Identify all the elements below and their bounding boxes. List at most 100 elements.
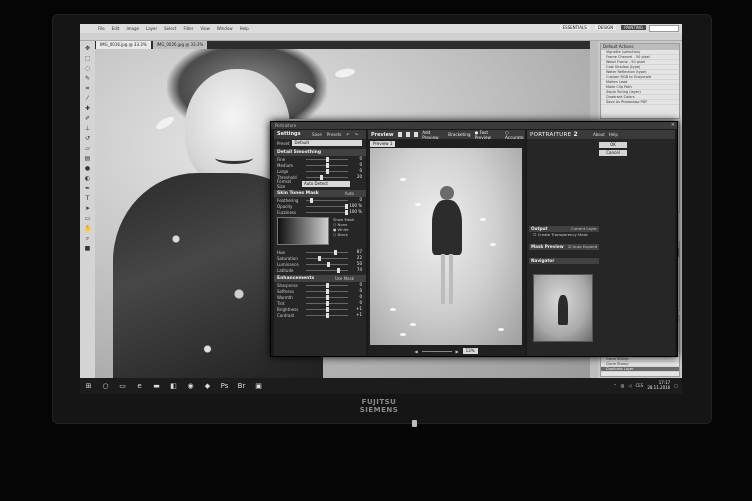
smoothing-slider-handle[interactable] [319,174,323,180]
skin-tone-slider-handle[interactable] [337,267,341,273]
action-item[interactable]: Save As Photoshop PDF [601,100,679,105]
app-icon[interactable]: ◆ [203,382,212,391]
smoothing-slider[interactable] [306,174,348,180]
menu-filter[interactable]: Filter [183,26,193,31]
dual-view-icon[interactable] [414,132,419,137]
navigator-header[interactable]: Navigator [529,258,599,264]
skin-tone-slider-handle[interactable] [334,249,338,255]
clock[interactable]: 17:17 28.11.2016 [647,380,670,390]
tray-icon[interactable]: ⌃ [613,383,616,388]
quick-select-tool-icon[interactable]: ✎ [84,75,91,82]
skin-tone-slider[interactable] [306,261,348,267]
app-icon[interactable]: ▣ [254,382,263,391]
workspace-essentials[interactable]: ESSENTIALS [559,25,590,30]
enhancement-value[interactable]: +1 [356,312,362,317]
notifications-icon[interactable]: ▢ [674,383,678,388]
color-swatch-icon[interactable]: ■ [84,245,91,252]
enhancement-value[interactable]: 0 [359,282,362,287]
enhancement-slider-handle[interactable] [325,294,329,300]
menu-edit[interactable]: Edit [112,26,120,31]
help-link[interactable]: Help [609,132,618,137]
about-link[interactable]: About [593,132,605,137]
path-select-tool-icon[interactable]: ➤ [84,205,91,212]
menu-layer[interactable]: Layer [146,26,157,31]
add-preview-button[interactable]: Add Preview [422,130,444,140]
navigator-thumbnail[interactable] [533,274,593,342]
brush-tool-icon[interactable]: ✐ [84,115,91,122]
enhancement-slider-handle[interactable] [325,300,329,306]
skin-mask-value[interactable]: 100 % [349,203,362,208]
skin-tone-slider[interactable] [306,255,348,261]
enhancement-slider-handle[interactable] [325,288,329,294]
smoothing-value[interactable]: 0 [359,156,362,161]
menu-help[interactable]: Help [240,26,249,31]
skin-mask-slider[interactable] [306,197,348,203]
format-size-select[interactable]: Auto Detect [302,181,350,187]
zoom-tool-icon[interactable]: ⌕ [84,235,91,242]
output-select[interactable]: Current Layer [571,226,597,232]
zoom-slider[interactable] [421,350,452,352]
history-brush-tool-icon[interactable]: ↺ [84,135,91,142]
preview-image[interactable] [370,148,522,345]
skin-mask-slider-handle[interactable] [345,203,348,209]
smoothing-slider-handle[interactable] [325,162,329,168]
menu-file[interactable]: File [98,26,105,31]
enhancement-slider-handle[interactable] [325,282,329,288]
skin-mask-slider[interactable] [306,203,348,209]
smoothing-slider[interactable] [306,162,348,168]
skin-tone-value[interactable]: 50 [357,261,362,266]
chrome-icon[interactable]: ◉ [186,382,195,391]
workspace-painting[interactable]: PAINTING [621,25,646,30]
enhancement-value[interactable]: 0 [359,300,362,305]
bracketing-button[interactable]: Bracketing [448,132,470,137]
enhancements-header[interactable]: Enhancements Use Mask [274,275,366,282]
eyedropper-tool-icon[interactable]: ⁄ [84,95,91,102]
smoothing-value[interactable]: 20 [357,174,362,179]
enhancement-slider-handle[interactable] [326,312,330,318]
photoshop-icon[interactable]: Ps [220,382,229,391]
marquee-tool-icon[interactable]: ⬚ [84,55,91,62]
healing-tool-icon[interactable]: ✚ [84,105,91,112]
skin-tone-slider[interactable] [306,267,348,273]
mask-preview-header[interactable]: Mask Preview ☑ Auto Expand [529,244,599,250]
smoothing-value[interactable]: 0 [359,162,362,167]
volume-icon[interactable]: ◁ [628,383,631,388]
menu-select[interactable]: Select [164,26,176,31]
pen-tool-icon[interactable]: ✒ [84,185,91,192]
skin-tones-mask-header[interactable]: Skin Tones Mask Auto [274,190,366,197]
smoothing-slider-handle[interactable] [325,156,329,162]
clone-stamp-tool-icon[interactable]: ⊥ [84,125,91,132]
single-view-icon[interactable] [397,132,402,137]
cancel-button[interactable]: Cancel [599,150,627,156]
save-button[interactable]: Save [312,130,322,139]
skin-tone-value[interactable]: 22 [357,255,362,260]
doc-tab-1[interactable]: IMG_0016.jpg @ 33.3% [96,41,151,49]
bridge-icon[interactable]: Br [237,382,246,391]
store-icon[interactable]: ◧ [169,382,178,391]
split-view-icon[interactable] [405,132,411,137]
zoom-out-icon[interactable]: ◀ [414,349,417,354]
mask-opt-black[interactable]: ○ Black [333,232,354,237]
smoothing-value[interactable]: 0 [359,168,362,173]
enhancement-value[interactable]: 0 [359,294,362,299]
preview-tab[interactable]: Preview 1 [370,141,396,147]
search-input[interactable] [649,25,679,32]
dodge-tool-icon[interactable]: ◐ [84,175,91,182]
smoothing-slider[interactable] [306,156,348,162]
lasso-tool-icon[interactable]: ◌ [84,65,91,72]
gradient-tool-icon[interactable]: ▤ [84,155,91,162]
enhancement-slider[interactable] [306,300,348,306]
undo-icon[interactable]: ↶ [346,130,349,139]
menu-view[interactable]: View [200,26,210,31]
task-view-icon[interactable]: ▭ [118,382,127,391]
skin-tone-slider-handle[interactable] [317,255,321,261]
blur-tool-icon[interactable]: ● [84,165,91,172]
eraser-tool-icon[interactable]: ▱ [84,145,91,152]
shape-tool-icon[interactable]: ▭ [84,215,91,222]
enhancement-slider[interactable] [306,312,348,318]
skin-tone-slider[interactable] [306,249,348,255]
enhancement-slider-handle[interactable] [326,306,330,312]
output-header[interactable]: Output Current Layer [529,226,599,232]
skin-tone-value[interactable]: 87 [357,249,362,254]
skin-mask-value[interactable]: 0 [359,197,362,202]
